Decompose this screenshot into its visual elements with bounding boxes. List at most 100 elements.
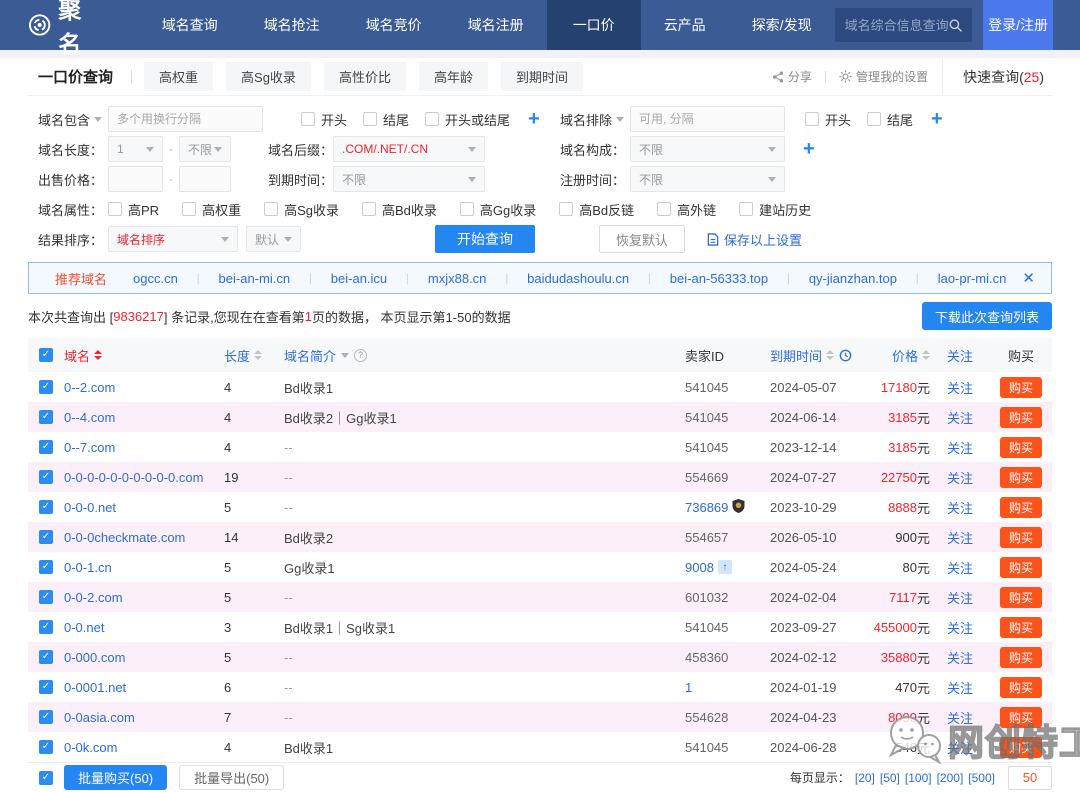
contain-check-1[interactable]: 开头 [301, 110, 347, 129]
buy-button[interactable]: 购买 [1000, 377, 1042, 398]
header-domain[interactable]: 域名 [64, 346, 214, 365]
row-checkbox[interactable]: ✓ [39, 380, 53, 394]
exclude-input[interactable] [630, 106, 785, 132]
checkbox-icon[interactable] [805, 112, 819, 126]
manage-settings-link[interactable]: 管理我的设置 [839, 68, 928, 85]
checkbox-icon[interactable] [362, 202, 376, 216]
checkbox-icon[interactable] [182, 202, 196, 216]
checkbox-icon[interactable] [559, 202, 573, 216]
buy-button[interactable]: 购买 [1000, 467, 1042, 488]
quick-filter-pill-2[interactable]: 高Sg收录 [226, 62, 311, 91]
domain-link[interactable]: 0-000.com [64, 650, 125, 665]
follow-link[interactable]: 关注 [947, 408, 973, 427]
nav-search-box[interactable] [835, 8, 973, 42]
recommend-domain-link[interactable]: bei-an.icu [331, 271, 387, 286]
save-settings-link[interactable]: 保存以上设置 [707, 230, 802, 249]
row-checkbox[interactable]: ✓ [39, 680, 53, 694]
domain-link[interactable]: 0--2.com [64, 380, 115, 395]
nav-item-4[interactable]: 域名注册 [445, 0, 547, 50]
per-page-option-4[interactable]: [200] [937, 771, 964, 785]
login-register-button[interactable]: 登录/注册 [983, 0, 1053, 50]
row-checkbox[interactable]: ✓ [39, 470, 53, 484]
buy-button[interactable]: 购买 [1000, 497, 1042, 518]
recommend-domain-link[interactable]: lao-pr-mi.cn [938, 271, 1007, 286]
follow-link[interactable]: 关注 [947, 708, 973, 727]
sort-field-select[interactable]: 域名排序 [108, 226, 238, 252]
price-max-input[interactable] [179, 166, 231, 192]
domain-link[interactable]: 0-0-0.net [64, 500, 116, 515]
quick-filter-pill-3[interactable]: 高性价比 [324, 62, 406, 91]
contain-check-3[interactable]: 开头或结尾 [425, 110, 510, 129]
attr-check-8[interactable]: 建站历史 [739, 200, 811, 219]
follow-link[interactable]: 关注 [947, 498, 973, 517]
buy-button[interactable]: 购买 [1000, 557, 1042, 578]
follow-link[interactable]: 关注 [947, 468, 973, 487]
row-checkbox[interactable]: ✓ [39, 590, 53, 604]
domain-link[interactable]: 0-0-2.com [64, 590, 123, 605]
nav-search-input[interactable] [845, 18, 949, 33]
checkbox-icon[interactable] [460, 202, 474, 216]
bulk-buy-button[interactable]: 批量购买(50) [64, 765, 167, 790]
follow-link[interactable]: 关注 [947, 738, 973, 757]
per-page-option-5[interactable]: [500] [968, 771, 995, 785]
close-icon[interactable]: ✕ [1006, 269, 1051, 287]
domain-link[interactable]: 0-0-0-0-0-0-0-0-0-0.com [64, 470, 203, 485]
row-checkbox[interactable]: ✓ [39, 410, 53, 424]
start-query-button[interactable]: 开始查询 [435, 225, 535, 253]
attr-check-7[interactable]: 高外链 [657, 200, 716, 219]
regtime-select[interactable]: 不限 [630, 166, 785, 192]
exclude-check-2[interactable]: 结尾 [867, 110, 913, 129]
domain-link[interactable]: 0-0k.com [64, 740, 117, 755]
suffix-select[interactable]: .COM/.NET/.CN [333, 136, 485, 162]
follow-link[interactable]: 关注 [947, 528, 973, 547]
domain-link[interactable]: 0-0-1.cn [64, 560, 112, 575]
follow-link[interactable]: 关注 [947, 618, 973, 637]
compose-select[interactable]: 不限 [630, 136, 785, 162]
footer-select-all-checkbox[interactable]: ✓ [39, 771, 53, 785]
buy-button[interactable]: 购买 [1000, 437, 1042, 458]
add-exclude-condition-button[interactable]: + [931, 109, 943, 129]
domain-link[interactable]: 0-0-0checkmate.com [64, 530, 185, 545]
price-min-input[interactable] [108, 166, 163, 192]
sort-icon[interactable] [826, 350, 834, 360]
recommend-domain-link[interactable]: ogcc.cn [133, 271, 178, 286]
nav-item-6[interactable]: 云产品 [641, 0, 729, 50]
quick-filter-pill-5[interactable]: 到期时间 [501, 62, 583, 91]
domain-link[interactable]: 0--7.com [64, 440, 115, 455]
domain-link[interactable]: 0--4.com [64, 410, 115, 425]
buy-button[interactable]: 购买 [1000, 677, 1042, 698]
nav-item-2[interactable]: 域名抢注 [241, 0, 343, 50]
recommend-domain-link[interactable]: mxjx88.cn [428, 271, 487, 286]
header-length[interactable]: 长度 [214, 346, 274, 365]
buy-button[interactable]: 购买 [1000, 527, 1042, 548]
download-list-button[interactable]: 下载此次查询列表 [922, 302, 1052, 330]
recommend-domain-link[interactable]: bei-an-mi.cn [219, 271, 291, 286]
follow-link[interactable]: 关注 [947, 378, 973, 397]
length-to-select[interactable]: 不限 [179, 136, 231, 162]
nav-item-1[interactable]: 域名查询 [139, 0, 241, 50]
attr-check-1[interactable]: 高PR [108, 200, 159, 219]
sort-order-select[interactable]: 默认 [246, 226, 301, 252]
row-checkbox[interactable]: ✓ [39, 710, 53, 724]
header-intro[interactable]: 域名简介 ? [274, 346, 685, 365]
length-from-select[interactable]: 1 [108, 136, 163, 162]
nav-item-3[interactable]: 域名竞价 [343, 0, 445, 50]
buy-button[interactable]: 购买 [1000, 737, 1042, 758]
recommend-domain-link[interactable]: bei-an-56333.top [670, 271, 768, 286]
buy-button[interactable]: 购买 [1000, 647, 1042, 668]
domain-link[interactable]: 0-0001.net [64, 680, 126, 695]
row-checkbox[interactable]: ✓ [39, 560, 53, 574]
row-checkbox[interactable]: ✓ [39, 620, 53, 634]
reset-default-button[interactable]: 恢复默认 [599, 225, 685, 253]
attr-check-6[interactable]: 高Bd反链 [559, 200, 634, 219]
seller-id[interactable]: 736869 [685, 500, 728, 515]
row-checkbox[interactable]: ✓ [39, 650, 53, 664]
row-checkbox[interactable]: ✓ [39, 500, 53, 514]
checkbox-icon[interactable] [657, 202, 671, 216]
row-checkbox[interactable]: ✓ [39, 740, 53, 754]
seller-id[interactable]: 9008 [685, 560, 714, 575]
follow-link[interactable]: 关注 [947, 558, 973, 577]
checkbox-icon[interactable] [108, 202, 122, 216]
buy-button[interactable]: 购买 [1000, 407, 1042, 428]
header-expire[interactable]: 到期时间 [770, 346, 865, 365]
